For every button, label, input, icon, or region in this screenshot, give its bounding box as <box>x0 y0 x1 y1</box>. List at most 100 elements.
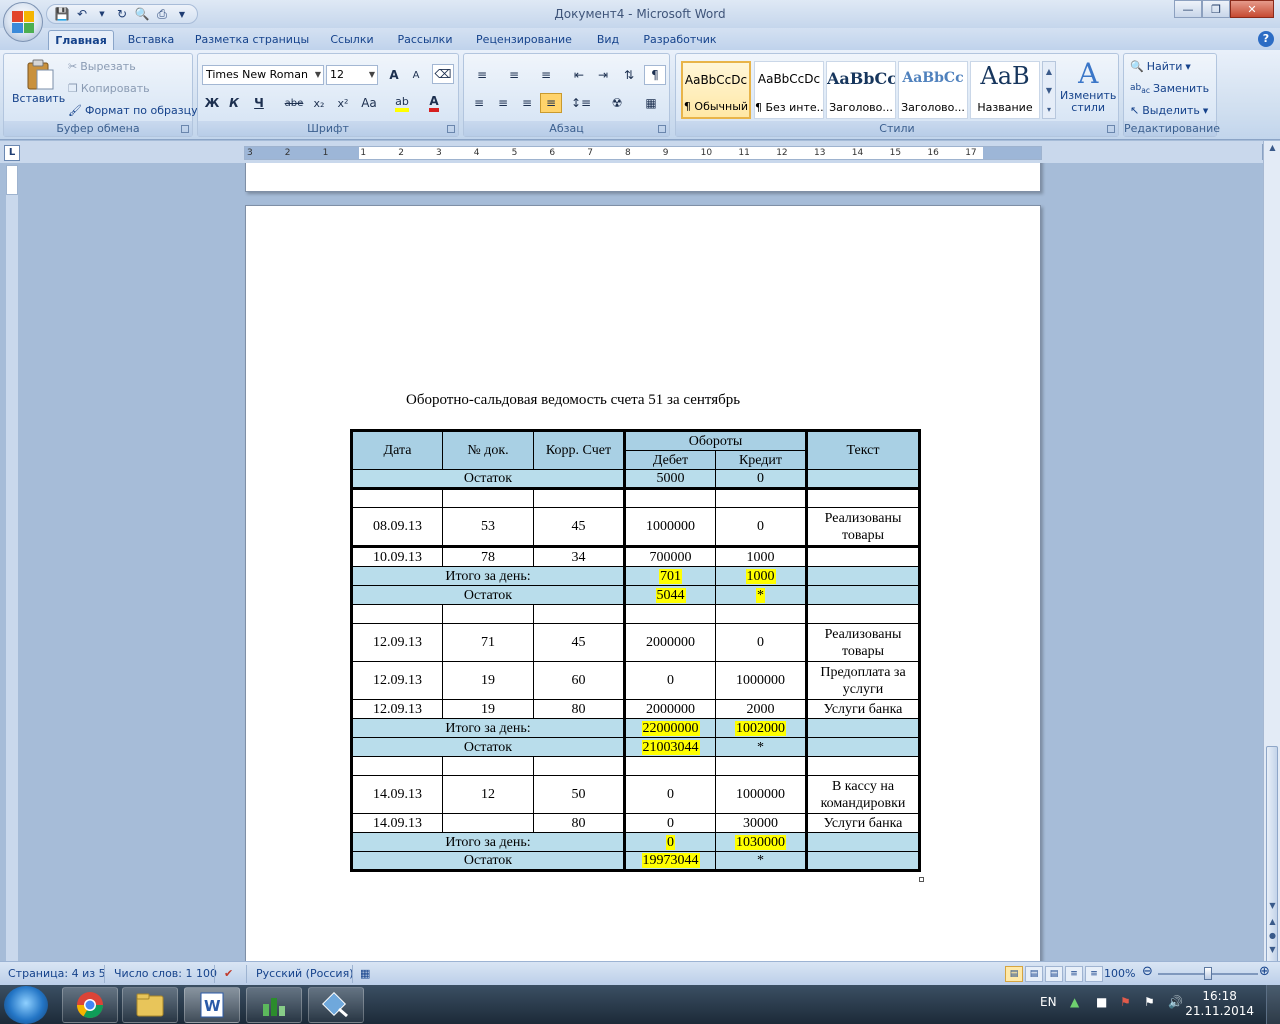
style-heading-2[interactable]: AaBbCc Заголово... <box>898 61 968 119</box>
replace-button[interactable]: abac Заменить <box>1130 82 1209 95</box>
help-icon[interactable]: ? <box>1258 31 1274 47</box>
turnover-balance-table[interactable]: Дата № док. Корр. Счет Обороты Текст Деб… <box>350 429 921 872</box>
taskbar-app[interactable] <box>246 987 302 1023</box>
start-button[interactable] <box>4 986 48 1024</box>
dialog-launcher-icon[interactable] <box>658 125 666 133</box>
shield-icon[interactable]: ⚑ <box>1120 995 1131 1009</box>
multilevel-list-button[interactable]: ≡ <box>532 65 560 85</box>
find-button[interactable]: 🔍 Найти ▼ <box>1130 60 1191 73</box>
macro-recording-icon[interactable]: ▦ <box>360 967 370 980</box>
page-current[interactable]: Оборотно-сальдовая ведомость счета 51 за… <box>245 205 1041 961</box>
tab-references[interactable]: Ссылки <box>324 30 380 50</box>
style-heading-1[interactable]: AaBbCc Заголово... <box>826 61 896 119</box>
word-count[interactable]: Число слов: 1 100 <box>114 967 217 980</box>
decrease-indent-button[interactable]: ⇤ <box>568 65 590 85</box>
paste-button[interactable]: Вставить <box>12 58 65 105</box>
zoom-level[interactable]: 100% <box>1104 967 1135 980</box>
format-painter-button[interactable]: 🖌 Формат по образцу <box>68 104 198 117</box>
sort-button[interactable]: ⇅ <box>618 65 640 85</box>
vertical-scrollbar[interactable]: ▲ ▼ ▲ ● ▼ <box>1263 141 1280 986</box>
taskbar-word[interactable]: W <box>184 987 240 1023</box>
clear-formatting-button[interactable]: ⌫ <box>432 64 454 84</box>
grow-font-button[interactable]: A <box>384 65 404 85</box>
change-styles-button[interactable]: A Изменить стили <box>1060 58 1116 114</box>
font-color-button[interactable]: A <box>422 93 446 113</box>
tab-page-layout[interactable]: Разметка страницы <box>192 30 312 50</box>
table-resize-handle[interactable] <box>919 877 924 882</box>
styles-scroll[interactable]: ▲ ▼ ▾ <box>1042 61 1056 119</box>
tab-selector-icon[interactable]: L <box>4 145 20 161</box>
superscript-button[interactable]: x² <box>332 93 354 113</box>
dialog-launcher-icon[interactable] <box>447 125 455 133</box>
font-name-combo[interactable]: Times New Roman ▼ <box>202 65 324 85</box>
outline-view-icon[interactable]: ≡ <box>1065 966 1083 982</box>
bold-button[interactable]: Ж <box>202 93 222 113</box>
spelling-check-icon[interactable]: ✔ <box>224 967 233 980</box>
next-page-icon[interactable]: ▼ <box>1264 945 1280 959</box>
justify-button[interactable]: ≡ <box>540 93 562 113</box>
browse-object-icon[interactable]: ● <box>1264 931 1280 945</box>
increase-indent-button[interactable]: ⇥ <box>592 65 614 85</box>
office-button[interactable] <box>3 2 43 42</box>
document-area[interactable]: Оборотно-сальдовая ведомость счета 51 за… <box>20 163 1263 961</box>
tab-developer[interactable]: Разработчик <box>638 30 722 50</box>
tab-home[interactable]: Главная <box>48 30 114 50</box>
highlight-button[interactable]: ab <box>390 93 414 113</box>
tray-app-icon[interactable]: ■ <box>1096 995 1107 1009</box>
italic-button[interactable]: К <box>224 93 244 113</box>
minimize-button[interactable]: — <box>1174 0 1202 18</box>
close-button[interactable]: ✕ <box>1230 0 1274 18</box>
scroll-up-icon[interactable]: ▲ <box>1264 143 1280 157</box>
tab-review[interactable]: Рецензирование <box>470 30 578 50</box>
dialog-launcher-icon[interactable] <box>181 125 189 133</box>
shrink-font-button[interactable]: A <box>406 65 426 85</box>
horizontal-ruler[interactable]: 3 2 1 1 2 3 4 5 6 7 8 9 10 11 12 13 14 15 16 17 <box>244 146 1042 160</box>
subscript-button[interactable]: x₂ <box>308 93 330 113</box>
restore-button[interactable]: ❐ <box>1202 0 1230 18</box>
bullets-button[interactable]: ≡ <box>468 65 496 85</box>
style-normal[interactable]: AaBbCcDc ¶ Обычный <box>681 61 751 119</box>
taskbar-chrome[interactable] <box>62 987 118 1023</box>
scroll-down-icon[interactable]: ▼ <box>1264 901 1280 915</box>
vertical-ruler[interactable] <box>6 165 18 961</box>
select-button[interactable]: ↖ Выделить ▼ <box>1130 104 1208 117</box>
shading-button[interactable]: ☢ <box>602 93 632 113</box>
tab-mailings[interactable]: Рассылки <box>392 30 458 50</box>
dialog-launcher-icon[interactable] <box>1107 125 1115 133</box>
style-no-spacing[interactable]: AaBbCcDc ¶ Без инте... <box>754 61 824 119</box>
zoom-slider-thumb[interactable] <box>1204 967 1212 980</box>
taskbar-explorer[interactable] <box>122 987 178 1023</box>
action-center-icon[interactable]: ⚑ <box>1144 995 1155 1009</box>
volume-icon[interactable]: 🔊 <box>1168 995 1183 1009</box>
underline-button[interactable]: Ч <box>246 93 272 113</box>
zoom-in-icon[interactable]: ⊕ <box>1259 964 1270 979</box>
borders-button[interactable]: ▦ <box>636 93 666 113</box>
tab-insert[interactable]: Вставка <box>122 30 180 50</box>
language-indicator[interactable]: EN <box>1040 995 1057 1009</box>
previous-page-icon[interactable]: ▲ <box>1264 917 1280 931</box>
line-spacing-button[interactable]: ↕≡ <box>566 93 596 113</box>
page-counter[interactable]: Страница: 4 из 5 <box>8 967 106 980</box>
change-case-button[interactable]: Aa <box>356 93 382 113</box>
align-left-button[interactable]: ≡ <box>468 93 490 113</box>
show-marks-button[interactable]: ¶ <box>644 65 666 85</box>
show-desktop-button[interactable] <box>1266 985 1280 1024</box>
style-title[interactable]: AaB Название <box>970 61 1040 119</box>
tab-view[interactable]: Вид <box>590 30 626 50</box>
zoom-out-icon[interactable]: ⊖ <box>1142 964 1153 979</box>
cut-button[interactable]: ✂ Вырезать <box>68 60 136 73</box>
align-right-button[interactable]: ≡ <box>516 93 538 113</box>
copy-button[interactable]: ❐ Копировать <box>68 82 150 95</box>
language-indicator[interactable]: Русский (Россия) <box>256 967 354 980</box>
system-clock[interactable]: 16:18 21.11.2014 <box>1185 989 1254 1019</box>
numbering-button[interactable]: ≡ <box>500 65 528 85</box>
align-center-button[interactable]: ≡ <box>492 93 514 113</box>
font-size-combo[interactable]: 12 ▼ <box>326 65 378 85</box>
taskbar-app[interactable] <box>308 987 364 1023</box>
print-layout-view-icon[interactable]: ▤ <box>1005 966 1023 982</box>
web-layout-icon[interactable]: ▤ <box>1045 966 1063 982</box>
tray-app-icon[interactable]: ▲ <box>1070 995 1079 1009</box>
draft-view-icon[interactable]: ≡ <box>1085 966 1103 982</box>
strikethrough-button[interactable]: abe <box>282 93 306 113</box>
full-screen-reading-icon[interactable]: ▤ <box>1025 966 1043 982</box>
